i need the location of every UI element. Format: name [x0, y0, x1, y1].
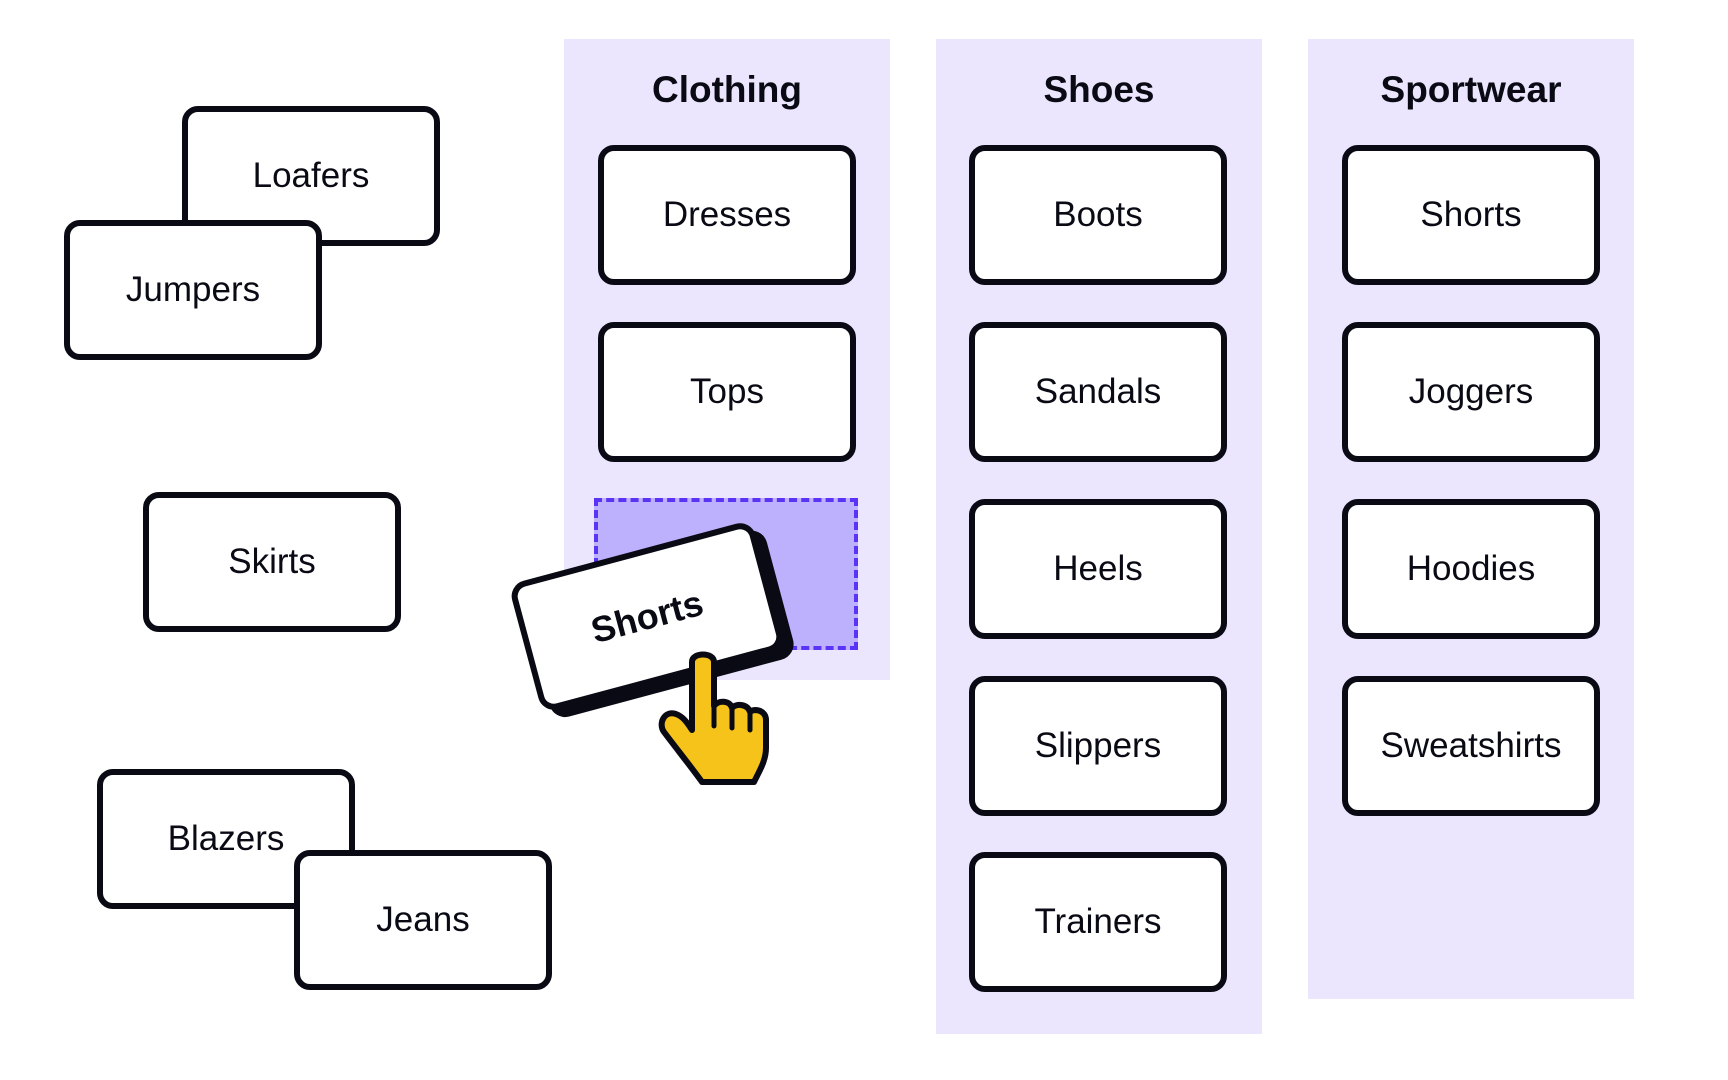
card-dresses[interactable]: Dresses — [598, 145, 856, 285]
card-hoodies[interactable]: Hoodies — [1342, 499, 1600, 639]
card-boots[interactable]: Boots — [969, 145, 1227, 285]
card-skirts[interactable]: Skirts — [143, 492, 401, 632]
card-jeans[interactable]: Jeans — [294, 850, 552, 990]
card-trainers[interactable]: Trainers — [969, 852, 1227, 992]
card-jumpers[interactable]: Jumpers — [64, 220, 322, 360]
card-tops[interactable]: Tops — [598, 322, 856, 462]
pointing-hand-icon — [658, 651, 769, 785]
card-shorts[interactable]: Shorts — [1342, 145, 1600, 285]
card-sweatshirts[interactable]: Sweatshirts — [1342, 676, 1600, 816]
column-title: Clothing — [651, 69, 802, 110]
card-sandals[interactable]: Sandals — [969, 322, 1227, 462]
card-slippers[interactable]: Slippers — [969, 676, 1227, 816]
card-joggers[interactable]: Joggers — [1342, 322, 1600, 462]
card-heels[interactable]: Heels — [969, 499, 1227, 639]
column-title: Sportwear — [1380, 69, 1562, 110]
column-title: Shoes — [1043, 69, 1155, 110]
